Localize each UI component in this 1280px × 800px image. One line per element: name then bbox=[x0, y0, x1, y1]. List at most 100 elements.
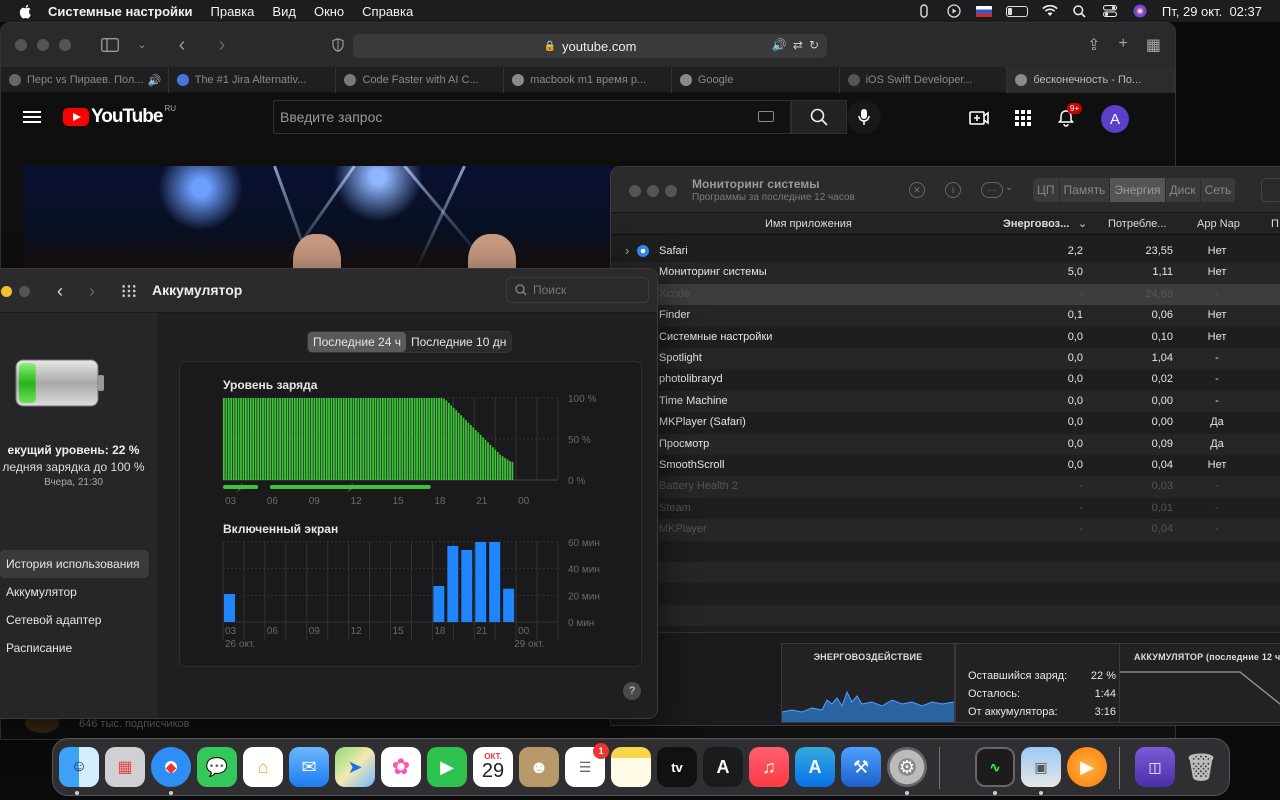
dock-notes[interactable] bbox=[611, 747, 651, 787]
range-last-10d[interactable]: Последние 10 дн bbox=[406, 332, 511, 352]
reload-icon[interactable]: ↻ bbox=[809, 38, 819, 52]
dock-calendar[interactable]: ОКТ. 29 bbox=[473, 747, 513, 787]
share-icon[interactable]: ⇪ bbox=[1087, 35, 1100, 55]
process-row[interactable]: Просмотр 0,0 0,09 Да bbox=[611, 433, 1280, 455]
column-more[interactable]: П bbox=[1271, 218, 1279, 230]
dock-translate[interactable]: A bbox=[703, 747, 743, 787]
column-energy-impact[interactable]: Энерговоз... bbox=[1003, 218, 1069, 230]
privacy-shield-icon[interactable] bbox=[327, 35, 349, 55]
tab-item[interactable]: Google bbox=[672, 67, 840, 93]
process-row[interactable]: Steam - 0,01 - bbox=[611, 498, 1280, 519]
menu-view[interactable]: Вид bbox=[272, 4, 296, 19]
process-row[interactable]: MKPlayer (Safari) 0,0 0,00 Да bbox=[611, 412, 1280, 433]
tab-cpu[interactable]: ЦП bbox=[1033, 178, 1060, 202]
dock-utility[interactable]: ◫ bbox=[1135, 747, 1175, 787]
dock-trash[interactable]: 🗑 bbox=[1181, 747, 1221, 787]
keyboard-layout-flag-ru-icon[interactable] bbox=[975, 5, 992, 17]
stop-process-icon[interactable]: ✕ bbox=[909, 182, 925, 198]
process-row[interactable]: Battery Health 2 - 0,03 - bbox=[611, 476, 1280, 498]
audio-playing-icon[interactable]: 🔊 bbox=[772, 38, 787, 52]
chevron-down-icon[interactable]: ⌄ bbox=[1005, 182, 1013, 193]
column-app-nap[interactable]: App Nap bbox=[1197, 218, 1240, 230]
address-bar[interactable]: 🔒 youtube.com 🔊 ⇄ ↻ bbox=[353, 34, 827, 58]
window-close-button[interactable] bbox=[629, 185, 641, 197]
account-avatar[interactable]: A bbox=[1101, 105, 1129, 133]
dock-launchpad[interactable]: ▦ bbox=[105, 747, 145, 787]
range-last-24h[interactable]: Последние 24 ч bbox=[308, 332, 406, 352]
forward-button[interactable]: › bbox=[211, 34, 233, 56]
window-zoom-button[interactable] bbox=[1, 286, 12, 297]
create-video-icon[interactable] bbox=[969, 110, 989, 129]
sidebar-item-usage-history[interactable]: История использования bbox=[0, 550, 149, 578]
tab-overview-icon[interactable]: ▦ bbox=[1146, 35, 1161, 55]
youtube-search-input[interactable]: Введите запрос bbox=[273, 100, 791, 134]
notifications-bell-icon[interactable]: 9+ bbox=[1057, 102, 1083, 130]
dock-app-store[interactable]: A bbox=[795, 747, 835, 787]
battery-icon[interactable] bbox=[1005, 5, 1028, 17]
dock-system-preferences[interactable]: ⚙ bbox=[887, 747, 927, 787]
dock-home[interactable]: ⌂ bbox=[243, 747, 283, 787]
process-row[interactable]: SmoothScroll 0,0 0,04 Нет bbox=[611, 455, 1280, 476]
keyboard-icon[interactable] bbox=[758, 111, 774, 122]
help-button[interactable]: ? bbox=[623, 682, 641, 700]
sort-chevron-icon[interactable]: ⌄ bbox=[1078, 217, 1087, 230]
process-row[interactable]: › Safari 2,2 23,55 Нет bbox=[611, 241, 1280, 262]
new-tab-icon[interactable]: + bbox=[1119, 35, 1128, 55]
tab-energy[interactable]: Энергия bbox=[1110, 178, 1166, 202]
translate-icon[interactable]: ⇄ bbox=[793, 38, 803, 52]
forward-button[interactable]: › bbox=[89, 281, 95, 302]
chevron-down-icon[interactable]: ⌄ bbox=[131, 35, 153, 55]
siri-icon[interactable] bbox=[1132, 4, 1148, 18]
sidebar-item-battery[interactable]: Аккумулятор bbox=[0, 578, 149, 606]
more-actions-icon[interactable]: ··· bbox=[981, 182, 1003, 198]
process-row[interactable]: MKPlayer - 0,04 - bbox=[611, 519, 1280, 541]
process-row[interactable]: Finder 0,1 0,06 Нет bbox=[611, 305, 1280, 327]
video-player[interactable] bbox=[23, 166, 615, 276]
sidebar-item-power-adapter[interactable]: Сетевой адаптер bbox=[0, 606, 149, 634]
tab-item-active[interactable]: бесконечность - По... bbox=[1007, 67, 1175, 93]
apple-menu-icon[interactable] bbox=[18, 3, 34, 19]
tab-network[interactable]: Сеть bbox=[1201, 178, 1237, 202]
dock-preview[interactable]: ▣ bbox=[1021, 747, 1061, 787]
dock-mail[interactable]: ✉ bbox=[289, 747, 329, 787]
tab-memory[interactable]: Память bbox=[1060, 178, 1111, 202]
dock-photos[interactable]: ✿ bbox=[381, 747, 421, 787]
menu-app-name[interactable]: Системные настройки bbox=[48, 4, 193, 19]
column-app-name[interactable]: Имя приложения bbox=[765, 218, 852, 230]
apps-grid-icon[interactable] bbox=[1015, 109, 1031, 129]
dock-reminders[interactable]: ☰ 1 bbox=[565, 743, 609, 787]
dock-contacts[interactable]: ☻ bbox=[519, 747, 559, 787]
expand-chevron-icon[interactable]: › bbox=[625, 243, 629, 258]
dock-facetime[interactable]: ▶ bbox=[427, 747, 467, 787]
sidebar-item-schedule[interactable]: Расписание bbox=[0, 634, 149, 662]
menu-window[interactable]: Окно bbox=[314, 4, 344, 19]
dock-finder[interactable]: ☺ bbox=[59, 747, 99, 787]
youtube-logo[interactable]: YouTube RU bbox=[63, 104, 176, 128]
process-row[interactable]: photolibraryd 0,0 0,02 - bbox=[611, 369, 1280, 390]
control-center-icon[interactable] bbox=[1102, 4, 1118, 18]
wifi-icon[interactable] bbox=[1042, 4, 1058, 18]
window-fullscreen-button[interactable] bbox=[19, 286, 30, 297]
dock-activity-monitor[interactable]: ∿ bbox=[975, 747, 1015, 787]
process-row[interactable]: Системные настройки 0,0 0,10 Нет bbox=[611, 327, 1280, 348]
process-row[interactable]: Time Machine 0,0 0,00 - bbox=[611, 390, 1280, 413]
dock-maps[interactable]: ➤ bbox=[335, 747, 375, 787]
column-energy-usage[interactable]: Потребле... bbox=[1108, 218, 1166, 230]
window-zoom-button[interactable] bbox=[59, 39, 71, 51]
process-row[interactable]: Xcode - 24,68 - bbox=[611, 283, 1280, 306]
hamburger-menu-icon[interactable] bbox=[23, 111, 41, 123]
menu-help[interactable]: Справка bbox=[362, 4, 413, 19]
show-all-grid-icon[interactable] bbox=[121, 284, 137, 298]
window-close-button[interactable] bbox=[15, 39, 27, 51]
tab-disk[interactable]: Диск bbox=[1166, 178, 1201, 202]
search-field[interactable] bbox=[1261, 178, 1280, 202]
sidebar-toggle-icon[interactable] bbox=[99, 35, 121, 55]
voice-search-button[interactable] bbox=[847, 100, 881, 134]
speaker-icon[interactable]: 🔊 bbox=[147, 74, 161, 87]
tab-item[interactable]: Перс vs Пираев. Пол... 🔊 bbox=[1, 67, 169, 93]
dock-tv[interactable]: tv bbox=[657, 747, 697, 787]
process-row[interactable]: Мониторинг системы 5,0 1,11 Нет bbox=[611, 262, 1280, 284]
tab-item[interactable]: iOS Swift Developer... bbox=[840, 67, 1008, 93]
usb-icon[interactable] bbox=[916, 4, 932, 18]
now-playing-icon[interactable] bbox=[946, 4, 962, 18]
